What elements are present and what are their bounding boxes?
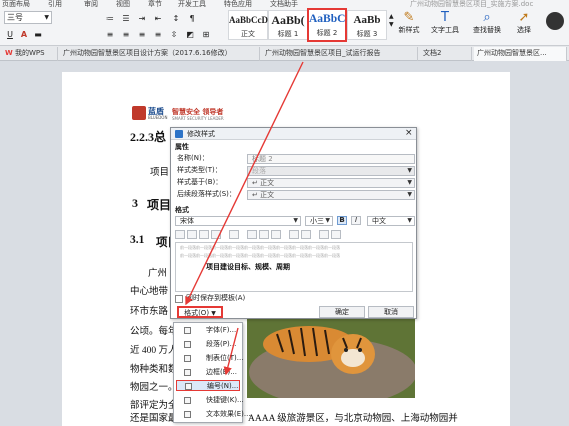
arrow-to-format-button: [185, 61, 304, 306]
arrow-to-numbering: [223, 327, 239, 376]
annotation-arrows: [185, 61, 304, 376]
